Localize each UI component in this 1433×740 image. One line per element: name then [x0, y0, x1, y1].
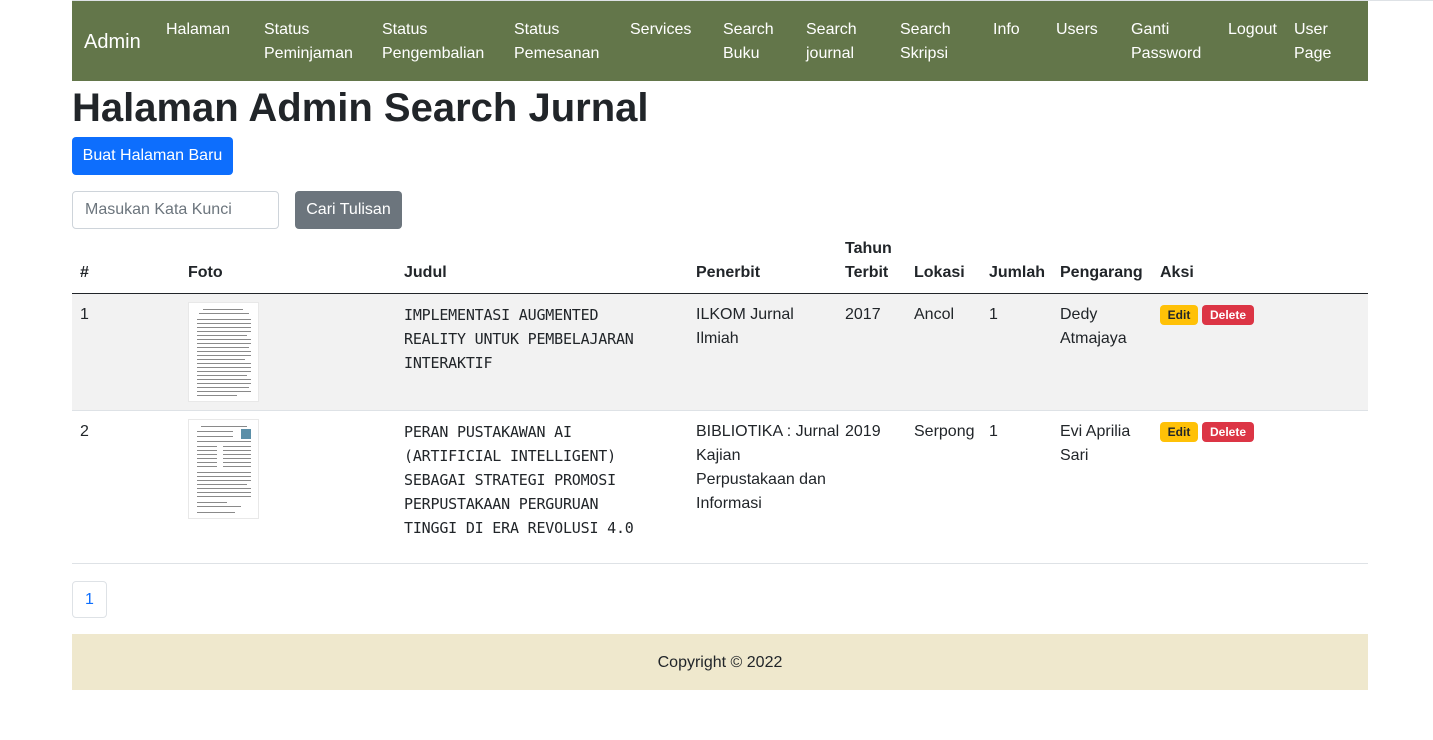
nav-link-status-pemesanan[interactable]: Status Pemesanan: [514, 18, 599, 66]
column-header-number: #: [80, 264, 89, 281]
nav-link-status-pengembalian[interactable]: Status Pengembalian: [382, 18, 484, 66]
journal-title: PERAN PUSTAKAWAN AI (ARTIFICIAL INTELLIG…: [404, 423, 634, 537]
journal-title: IMPLEMENTASI AUGMENTED REALITY UNTUK PEM…: [404, 306, 634, 372]
column-header-penerbit: Penerbit: [696, 264, 761, 281]
create-page-button[interactable]: Buat Halaman Baru: [72, 137, 233, 175]
nav-link-logout[interactable]: Logout: [1228, 18, 1277, 42]
page-title: Halaman Admin Search Jurnal: [72, 86, 649, 130]
journal-cover-thumbnail: [188, 419, 259, 519]
nav-link-services[interactable]: Services: [630, 18, 691, 42]
nav-link-search-buku[interactable]: Search Buku: [723, 18, 774, 66]
journal-quantity: 1: [989, 306, 998, 323]
navbar-brand[interactable]: Admin: [84, 30, 141, 54]
journal-publisher: BIBLIOTIKA : Jurnal Kajian Perpustakaan …: [696, 423, 840, 512]
search-button[interactable]: Cari Tulisan: [295, 191, 402, 229]
journal-cover-thumbnail: [188, 302, 259, 402]
journal-year: 2017: [845, 306, 881, 323]
row-number: 2: [80, 423, 89, 440]
journal-publisher: ILKOM Jurnal Ilmiah: [696, 306, 794, 347]
delete-button[interactable]: Delete: [1202, 422, 1254, 442]
table-row: 2 PERAN PUSTAKAWAN AI (ARTIFICIAL INTELL…: [72, 411, 1368, 564]
journal-quantity: 1: [989, 423, 998, 440]
column-header-aksi: Aksi: [1160, 264, 1194, 281]
journal-year: 2019: [845, 423, 881, 440]
search-input[interactable]: [72, 191, 279, 229]
nav-link-info[interactable]: Info: [993, 18, 1020, 42]
navbar: Admin Halaman Status Peminjaman Status Pen…: [72, 1, 1368, 81]
column-header-tahun-terbit: Tahun Terbit: [845, 240, 892, 281]
journal-location: Serpong: [914, 423, 975, 440]
journal-location: Ancol: [914, 306, 955, 323]
column-header-judul: Judul: [404, 264, 447, 281]
nav-link-halaman[interactable]: Halaman: [166, 18, 230, 42]
copyright-text: Copyright © 2022: [657, 654, 783, 671]
journal-author: Dedy Atmajaya: [1060, 306, 1127, 347]
column-header-pengarang: Pengarang: [1060, 264, 1143, 281]
journal-author: Evi Aprilia Sari: [1060, 423, 1131, 464]
nav-link-status-peminjaman[interactable]: Status Peminjaman: [264, 18, 353, 66]
footer: Copyright © 2022: [72, 634, 1368, 690]
table-row: 1 IMPLEMENTASI AUGMENTED REALITY UNTUK P…: [72, 294, 1368, 411]
edit-button[interactable]: Edit: [1160, 422, 1198, 442]
nav-link-users[interactable]: Users: [1056, 18, 1098, 42]
delete-button[interactable]: Delete: [1202, 305, 1254, 325]
row-number: 1: [80, 306, 89, 323]
nav-link-user-page[interactable]: User Page: [1294, 18, 1331, 66]
column-header-foto: Foto: [188, 264, 223, 281]
column-header-lokasi: Lokasi: [914, 264, 965, 281]
column-header-jumlah: Jumlah: [989, 264, 1046, 281]
nav-link-search-journal[interactable]: Search journal: [806, 18, 857, 66]
nav-link-search-skripsi[interactable]: Search Skripsi: [900, 18, 951, 66]
nav-link-ganti-password[interactable]: Ganti Password: [1131, 18, 1201, 66]
edit-button[interactable]: Edit: [1160, 305, 1198, 325]
pagination-page-1[interactable]: 1: [72, 581, 107, 618]
